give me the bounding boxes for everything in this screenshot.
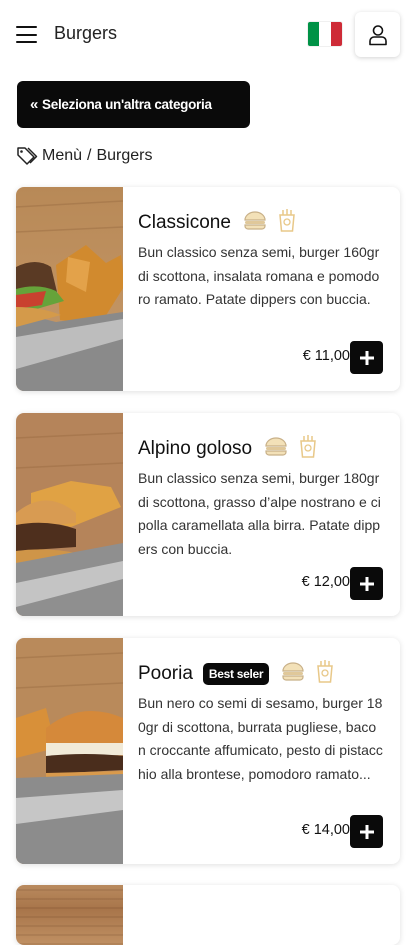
add-to-cart-button[interactable] bbox=[350, 567, 383, 600]
menu-icon[interactable] bbox=[16, 26, 37, 43]
add-to-cart-button[interactable] bbox=[350, 341, 383, 374]
plus-icon bbox=[359, 824, 374, 839]
plus-icon bbox=[359, 350, 374, 365]
app-header: Burgers bbox=[0, 0, 415, 70]
product-price: € 14,00 bbox=[301, 822, 350, 838]
breadcrumb-menu-link[interactable]: Menù bbox=[42, 147, 82, 165]
burger-icon bbox=[264, 436, 288, 461]
tag-icon bbox=[17, 147, 38, 165]
user-icon bbox=[368, 24, 387, 45]
product-card[interactable] bbox=[16, 885, 400, 945]
breadcrumb-separator: / bbox=[87, 147, 92, 164]
product-name: Alpino goloso bbox=[138, 437, 253, 459]
product-image bbox=[16, 638, 124, 864]
product-card[interactable]: Pooria Best seler Bun nero co semi di se… bbox=[16, 638, 400, 864]
user-account-button[interactable] bbox=[355, 12, 400, 57]
product-card[interactable]: Classicone Bun classico senza semi, burg… bbox=[16, 187, 400, 391]
product-image bbox=[16, 187, 125, 391]
breadcrumb: Menù / Burgers bbox=[16, 146, 153, 166]
product-description: Bun classico senza semi, burger 180gr di… bbox=[138, 470, 381, 557]
fries-icon bbox=[298, 433, 318, 464]
product-image bbox=[16, 885, 123, 945]
product-name: Classicone bbox=[138, 211, 231, 233]
product-card[interactable]: Alpino goloso Bun classico senza semi, b… bbox=[16, 413, 400, 616]
fries-icon bbox=[315, 658, 335, 689]
page-title: Burgers bbox=[54, 23, 118, 43]
product-image bbox=[16, 413, 124, 616]
product-description: Bun nero co semi di sesamo, burger 180gr… bbox=[138, 695, 383, 782]
add-to-cart-button[interactable] bbox=[350, 815, 383, 848]
select-category-label: Seleziona un'altra categoria bbox=[42, 97, 212, 112]
double-chevron-left-icon: « bbox=[30, 96, 39, 113]
italian-flag-icon[interactable] bbox=[308, 22, 342, 46]
product-name: Pooria bbox=[138, 662, 193, 684]
plus-icon bbox=[359, 576, 374, 591]
burger-icon bbox=[281, 661, 305, 686]
product-description: Bun classico senza semi, burger 160gr di… bbox=[138, 244, 380, 307]
product-price: € 12,00 bbox=[301, 574, 350, 590]
product-price: € 11,00 bbox=[302, 348, 350, 364]
burger-icon bbox=[243, 210, 267, 235]
breadcrumb-current: Burgers bbox=[96, 147, 153, 164]
best-seller-badge: Best seler bbox=[202, 662, 270, 685]
fries-icon bbox=[277, 207, 297, 238]
select-category-button[interactable]: « Seleziona un'altra categoria bbox=[17, 81, 250, 128]
